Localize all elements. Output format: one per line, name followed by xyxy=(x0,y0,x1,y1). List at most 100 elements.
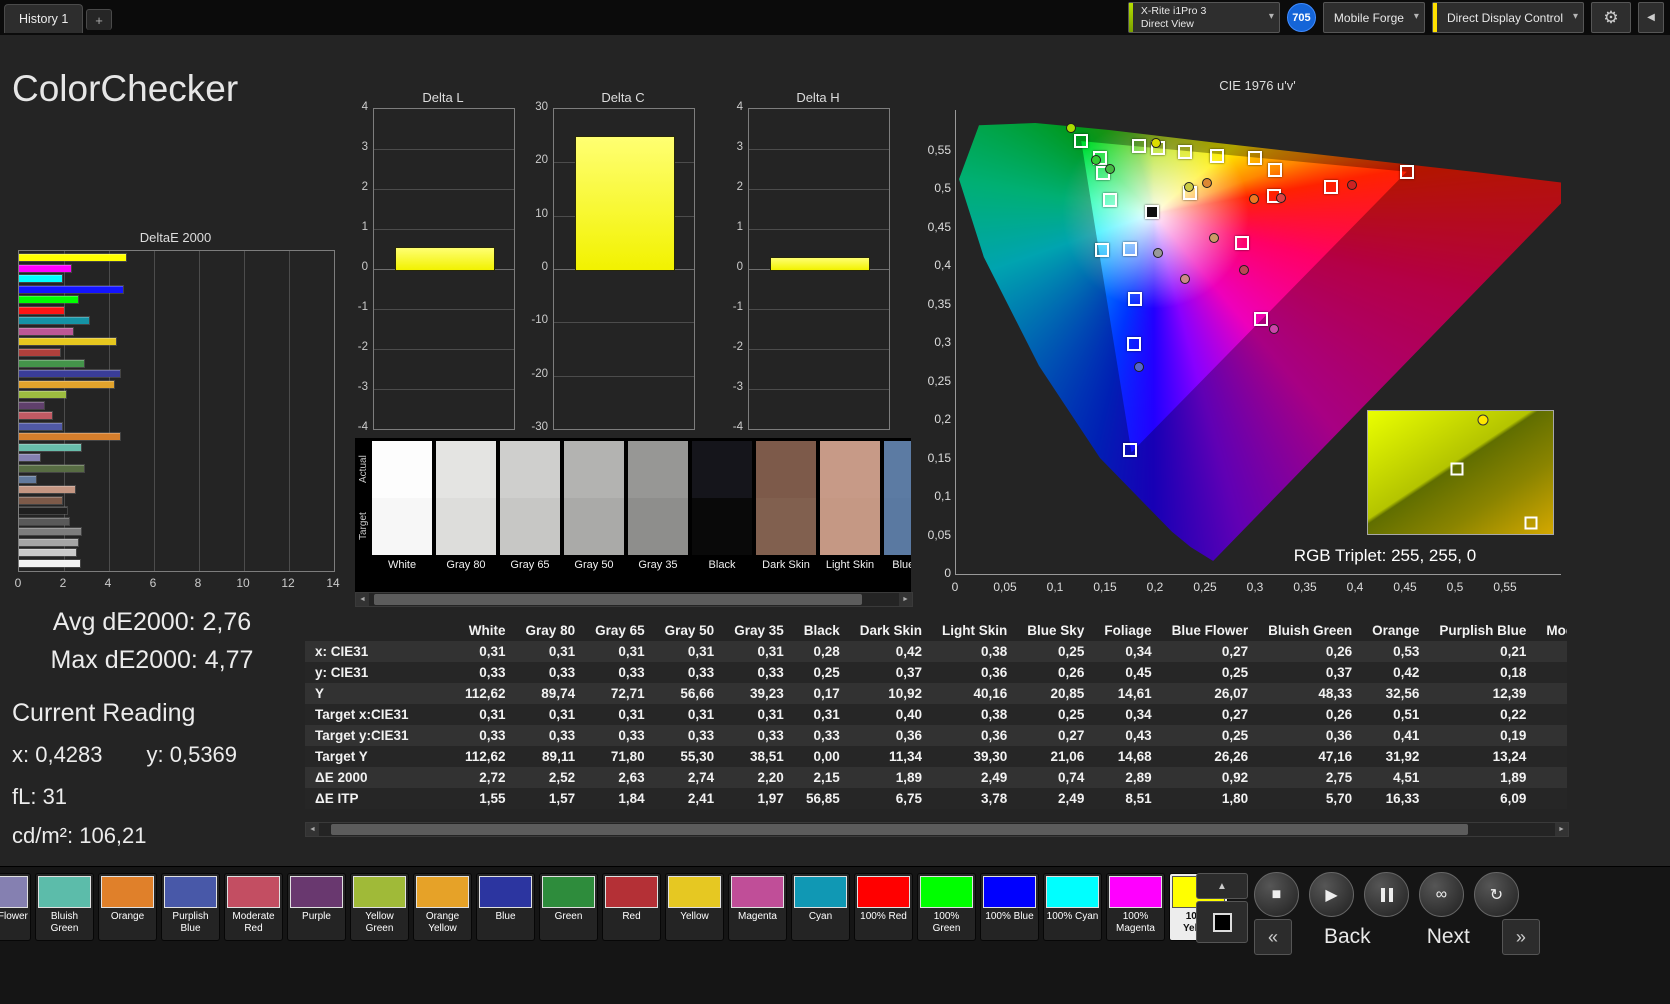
table-cell: 0,36 xyxy=(981,728,1008,743)
tab-history-1[interactable]: History 1 xyxy=(4,4,84,33)
patch-window-button[interactable] xyxy=(1196,901,1248,943)
patch-name: Magenta xyxy=(738,911,777,922)
toolbar-patch-100-blue[interactable]: 100% Blue xyxy=(980,873,1039,941)
patch-name: Blue xyxy=(495,911,516,922)
toolbar-patch-purple[interactable]: Purple xyxy=(287,873,346,941)
next-button[interactable]: Next xyxy=(1403,920,1494,954)
toolbar-patch-cyan[interactable]: Cyan xyxy=(791,873,850,941)
collapse-panel-button[interactable]: ◀ xyxy=(1638,2,1664,33)
scroll-left-arrow[interactable]: ◄ xyxy=(306,823,319,836)
nav-buttons: « Back Next » xyxy=(1254,919,1540,955)
toolbar-patch-yellow[interactable]: Yellow xyxy=(665,873,724,941)
patch-name: Orange xyxy=(110,911,145,922)
repeat-measure-button[interactable]: ↻ xyxy=(1474,872,1519,917)
axis-tick-label: 10 xyxy=(236,576,250,590)
table-scrollbar[interactable]: ◄ ► xyxy=(305,822,1569,837)
toolbar-patch-100-red[interactable]: 100% Red xyxy=(854,873,913,941)
swatch-scrollbar[interactable]: ◄ ► xyxy=(355,592,913,607)
table-cell: 2,49 xyxy=(1058,791,1085,806)
de2000-plot xyxy=(17,250,335,572)
axis-tick-label: 0 xyxy=(944,566,951,580)
table-cell: 0,26 xyxy=(1058,665,1085,680)
scroll-left-arrow[interactable]: ◄ xyxy=(356,593,369,606)
toolbar-patch-magenta[interactable]: Magenta xyxy=(728,873,787,941)
play-button[interactable]: ▶ xyxy=(1309,872,1354,917)
toolbar-patch-blue-flower[interactable]: Blue Flower xyxy=(0,873,31,941)
swatch-patch: Gray 35 xyxy=(628,441,688,571)
patch-color-swatch xyxy=(353,876,406,908)
table-cell: 3,78 xyxy=(981,791,1008,806)
axis-tick-label: 0,4 xyxy=(934,258,951,273)
settings-button[interactable]: ⚙ xyxy=(1591,2,1631,33)
axis-tick-label: 10 xyxy=(535,207,548,220)
continuous-measure-button[interactable]: ∞ xyxy=(1419,872,1464,917)
source-dropdown[interactable]: Mobile Forge ▾ xyxy=(1322,2,1425,33)
toolbar-patch-100-green[interactable]: 100% Green xyxy=(917,873,976,941)
measure-buttons: ■ ▶ ∞ ↻ xyxy=(1254,872,1519,917)
de-bar xyxy=(18,421,63,431)
toolbar-patch-blue[interactable]: Blue xyxy=(476,873,535,941)
swatch-label: Gray 50 xyxy=(574,559,614,571)
max-de2000: Max dE2000: 4,77 xyxy=(50,646,254,674)
toolbar-patch-green[interactable]: Green xyxy=(539,873,598,941)
measurement-marker xyxy=(1209,232,1219,243)
toolbar-patch-100-magenta[interactable]: 100% Magenta xyxy=(1106,873,1165,941)
table-cell: 0,25 xyxy=(1221,728,1249,743)
table-cell: 72,71 xyxy=(610,686,645,701)
toolbar-patch-purplish-blue[interactable]: Purplish Blue xyxy=(161,873,220,941)
back-button[interactable]: Back xyxy=(1300,920,1395,954)
de-bar xyxy=(18,337,117,347)
last-page-button[interactable]: » xyxy=(1501,919,1540,955)
new-tab-button[interactable]: + xyxy=(86,9,112,30)
table-cell: 8,51 xyxy=(1125,791,1152,806)
toolbar-patch-moderate-red[interactable]: Moderate Red xyxy=(224,873,283,941)
table-cell: 1,89 xyxy=(1500,770,1527,785)
patch-name: 100% Cyan xyxy=(1046,911,1099,922)
chevron-down-icon: ▾ xyxy=(1572,11,1578,22)
toolbar-patch-orange[interactable]: Orange xyxy=(98,873,157,941)
scrollbar-thumb[interactable] xyxy=(331,824,1469,835)
delta-bar xyxy=(575,135,675,271)
table-cell: 21,03 xyxy=(1536,746,1567,767)
axis-tick-label: 0,45 xyxy=(1393,580,1417,594)
target-marker xyxy=(1123,443,1137,458)
table-cell: 1,97 xyxy=(757,791,784,806)
scrollbar-track[interactable] xyxy=(369,593,899,606)
meter-dropdown[interactable]: X-Rite i1Pro 3 Direct View ▾ xyxy=(1127,2,1280,33)
table-cell: 2,15 xyxy=(813,770,840,785)
first-page-button[interactable]: « xyxy=(1254,919,1292,955)
toolbar-patch-bluish-green[interactable]: Bluish Green xyxy=(35,873,94,941)
axis-tick-label: 0,15 xyxy=(1093,580,1117,594)
axis-tick-label: 0,15 xyxy=(927,450,951,465)
axis-tick-label: 0,2 xyxy=(934,412,951,427)
patch-name: Green xyxy=(554,911,583,922)
table-cell: 0,33 xyxy=(548,665,576,680)
scrollbar-track[interactable] xyxy=(319,823,1555,836)
toolbar-patch-100-cyan[interactable]: 100% Cyan xyxy=(1043,873,1102,941)
patch-color-swatch xyxy=(983,876,1036,908)
delta-l-panel: Delta L 4 3 2 1 0 -1 -2 -3 -4 xyxy=(338,90,518,442)
table-cell: 0,19 xyxy=(1500,728,1527,743)
scroll-right-arrow[interactable]: ► xyxy=(1555,823,1568,836)
pause-button[interactable] xyxy=(1364,872,1409,917)
table-cell: 20,85 xyxy=(1050,686,1085,701)
transport-controls: ▲ ■ ▶ ∞ ↻ « Back Next » xyxy=(1192,867,1670,1004)
collapse-left-icon: ◀ xyxy=(1647,12,1655,23)
stop-button[interactable]: ■ xyxy=(1254,872,1299,917)
actual-swatch xyxy=(756,441,816,498)
scroll-right-arrow[interactable]: ► xyxy=(899,593,912,606)
de-bar xyxy=(18,274,63,284)
table-cell: 1,46 xyxy=(1536,767,1567,788)
table-cell: 38,51 xyxy=(749,749,784,764)
gridline xyxy=(374,189,514,190)
scrollbar-thumb[interactable] xyxy=(374,594,862,605)
axis-tick-label: 0,45 xyxy=(927,219,951,234)
toolbar-patch-yellow-green[interactable]: Yellow Green xyxy=(350,873,409,941)
workflow-dropdown[interactable]: Direct Display Control ▾ xyxy=(1431,2,1584,33)
axis-tick-label: -30 xyxy=(531,421,548,433)
toolbar-patch-orange-yellow[interactable]: Orange Yellow xyxy=(413,873,472,941)
gridline xyxy=(374,229,514,230)
expand-toolbar-button[interactable]: ▲ xyxy=(1196,873,1248,899)
current-reading-xy: x: 0,4283 y: 0,5369 xyxy=(12,742,302,768)
toolbar-patch-red[interactable]: Red xyxy=(602,873,661,941)
